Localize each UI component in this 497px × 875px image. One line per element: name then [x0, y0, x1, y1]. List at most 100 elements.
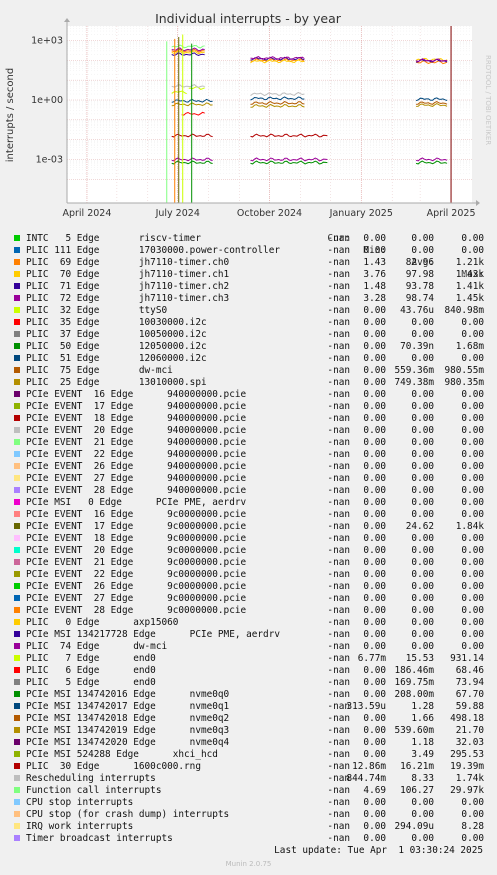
legend-row: PLIC 0 Edge axp15060 -nan 0.00 0.00 0.00: [14, 617, 494, 629]
legend-row: PLIC 5 Edge end0 -nan 0.00 169.75m 73.94: [14, 677, 494, 689]
legend-max: 0.00: [461, 809, 484, 820]
legend-label: Rescheduling interrupts: [26, 773, 156, 784]
legend-swatch: [14, 487, 20, 493]
legend-row: PCIe EVENT 28 Edge 940000000.pcie -nan 0.0…: [14, 485, 494, 497]
legend-row: PCIe MSI 134742019 Edge nvme0q3 -nan 0.00 5…: [14, 725, 494, 737]
legend-swatch: [14, 523, 20, 529]
legend-max: 1.74k: [455, 773, 484, 784]
legend-max: 0.00: [461, 569, 484, 580]
legend-label: CPU stop (for crash dump) interrupts: [26, 809, 230, 820]
legend-row: PLIC 32 Edge ttyS0 -nan 0.00 43.76u 840.98m: [14, 305, 494, 317]
legend-row: PLIC 6 Edge end0 -nan 0.00 186.46m 68.46: [14, 665, 494, 677]
legend-row: PCIe EVENT 27 Edge 9c0000000.pcie -nan 0.0…: [14, 593, 494, 605]
legend-label: PCIe EVENT 22 Edge 940000000.pcie: [26, 449, 247, 460]
legend-label: PCIe EVENT 27 Edge 940000000.pcie: [26, 473, 247, 484]
y-tick-label: 1e+03: [31, 36, 63, 47]
legend-max: 0.00: [461, 317, 484, 328]
legend-label: PCIe EVENT 26 Edge 940000000.pcie: [26, 461, 247, 472]
legend-row: PCIe EVENT 27 Edge 940000000.pcie -nan 0.0…: [14, 473, 494, 485]
legend-max: 931.14: [450, 653, 484, 664]
legend-max: 0.00: [461, 581, 484, 592]
legend-max: 59.88: [455, 701, 484, 712]
legend-swatch: [14, 643, 20, 649]
legend-max: 0.00: [461, 425, 484, 436]
legend: Cur: Min: Avg: Max: INTC 5 Edge riscv-ti…: [14, 221, 494, 845]
legend-label: PCIe EVENT 18 Edge 940000000.pcie: [26, 413, 247, 424]
legend-label: Timer broadcast interrupts: [26, 833, 173, 844]
legend-max: 0.00: [461, 557, 484, 568]
legend-swatch: [14, 715, 20, 721]
legend-label: PCIe EVENT 20 Edge 9c0000000.pcie: [26, 545, 247, 556]
legend-swatch: [14, 283, 20, 289]
legend-row: INTC 5 Edge riscv-timer -nan 0.00 0.00 0.00: [14, 233, 494, 245]
chart: 1e+03 1e+00 1e-03 April 2024 July 2024 Octobe…: [0, 0, 497, 220]
legend-label: PCIe MSI 134742020 Edge nvme0q4: [26, 737, 230, 748]
last-update: Last update: Tue Apr 1 03:30:24 2025: [274, 845, 483, 856]
legend-header: Cur: Min: Avg: Max:: [14, 221, 494, 280]
legend-row: PLIC 74 Edge dw-mci -nan 0.00 0.00 0.00: [14, 641, 494, 653]
legend-swatch: [14, 559, 20, 565]
legend-swatch: [14, 331, 20, 337]
legend-row: PLIC 111 Edge 17030000.power-controller -…: [14, 245, 494, 257]
legend-swatch: [14, 427, 20, 433]
x-tick-label: April 2025: [427, 208, 476, 219]
legend-swatch: [14, 655, 20, 661]
legend-row: Rescheduling interrupts -nan 844.74m 8.33 1.…: [14, 773, 494, 785]
legend-label: INTC 5 Edge riscv-timer: [26, 233, 201, 244]
side-watermark: RRDTOOL / TOBI OETIKER: [484, 55, 492, 145]
legend-row: PLIC 69 Edge jh7110-timer.ch0 -nan 1.43 82.…: [14, 257, 494, 269]
legend-swatch: [14, 679, 20, 685]
legend-swatch: [14, 763, 20, 769]
legend-label: PLIC 50 Edge 12050000.i2c: [26, 341, 207, 352]
legend-max: 0.00: [461, 629, 484, 640]
legend-max: 1.43k: [455, 269, 484, 280]
legend-swatch: [14, 547, 20, 553]
legend-label: PCIe EVENT 21 Edge 940000000.pcie: [26, 437, 247, 448]
legend-swatch: [14, 343, 20, 349]
legend-max: 1.84k: [455, 521, 484, 532]
legend-swatch: [14, 355, 20, 361]
legend-label: PCIe EVENT 18 Edge 9c0000000.pcie: [26, 533, 247, 544]
legend-label: PCIe EVENT 22 Edge 9c0000000.pcie: [26, 569, 247, 580]
legend-row: PCIe MSI 134742018 Edge nvme0q2 -nan 0.00 1…: [14, 713, 494, 725]
legend-row: PCIe EVENT 26 Edge 9c0000000.pcie -nan 0.0…: [14, 581, 494, 593]
legend-row: PLIC 37 Edge 10050000.i2c -nan 0.00 0.00 0.0…: [14, 329, 494, 341]
legend-row: PLIC 7 Edge end0 -nan 6.77m 15.53 931.14: [14, 653, 494, 665]
legend-row: PCIe EVENT 18 Edge 940000000.pcie -nan 0.0…: [14, 413, 494, 425]
legend-max: 0.00: [461, 797, 484, 808]
legend-max: 1.41k: [455, 281, 484, 292]
legend-max: 0.00: [461, 413, 484, 424]
legend-row: PCIe EVENT 18 Edge 9c0000000.pcie -nan 0.0…: [14, 533, 494, 545]
legend-max: 8.28: [461, 821, 484, 832]
legend-max: 0.00: [461, 533, 484, 544]
legend-swatch: [14, 823, 20, 829]
legend-swatch: [14, 775, 20, 781]
legend-swatch: [14, 811, 20, 817]
legend-max: 21.70: [455, 725, 484, 736]
legend-max: 73.94: [455, 677, 484, 688]
legend-max: 68.46: [455, 665, 484, 676]
legend-label: PLIC 75 Edge dw-mci: [26, 365, 173, 376]
legend-max: 0.00: [461, 833, 484, 844]
legend-max: 1.21k: [455, 257, 484, 268]
legend-max: 980.35m: [444, 377, 484, 388]
y-axis-label: interrupts / second: [5, 68, 16, 162]
legend-row: CPU stop interrupts -nan 0.00 0.00 0.00: [14, 797, 494, 809]
legend-row: PLIC 71 Edge jh7110-timer.ch2 -nan 1.48 93.…: [14, 281, 494, 293]
legend-label: PCIe EVENT 28 Edge 9c0000000.pcie: [26, 605, 247, 616]
legend-label: PLIC 51 Edge 12060000.i2c: [26, 353, 207, 364]
legend-label: PCIe MSI 134742017 Edge nvme0q1: [26, 701, 230, 712]
legend-label: PCIe EVENT 28 Edge 940000000.pcie: [26, 485, 247, 496]
legend-row: PCIe EVENT 21 Edge 9c0000000.pcie -nan 0.0…: [14, 557, 494, 569]
legend-row: PCIe EVENT 22 Edge 9c0000000.pcie -nan 0.0…: [14, 569, 494, 581]
legend-swatch: [14, 235, 20, 241]
legend-label: PLIC 25 Edge 13010000.spi: [26, 377, 207, 388]
legend-max: 67.70: [455, 689, 484, 700]
legend-max: 0.00: [461, 593, 484, 604]
legend-swatch: [14, 475, 20, 481]
legend-label: PLIC 30 Edge 1600c000.rng: [26, 761, 201, 772]
legend-swatch: [14, 835, 20, 841]
legend-row: PLIC 70 Edge jh7110-timer.ch1 -nan 3.76 97.…: [14, 269, 494, 281]
legend-label: PCIe MSI 134742019 Edge nvme0q3: [26, 725, 230, 736]
x-tick-label: July 2024: [155, 208, 200, 219]
